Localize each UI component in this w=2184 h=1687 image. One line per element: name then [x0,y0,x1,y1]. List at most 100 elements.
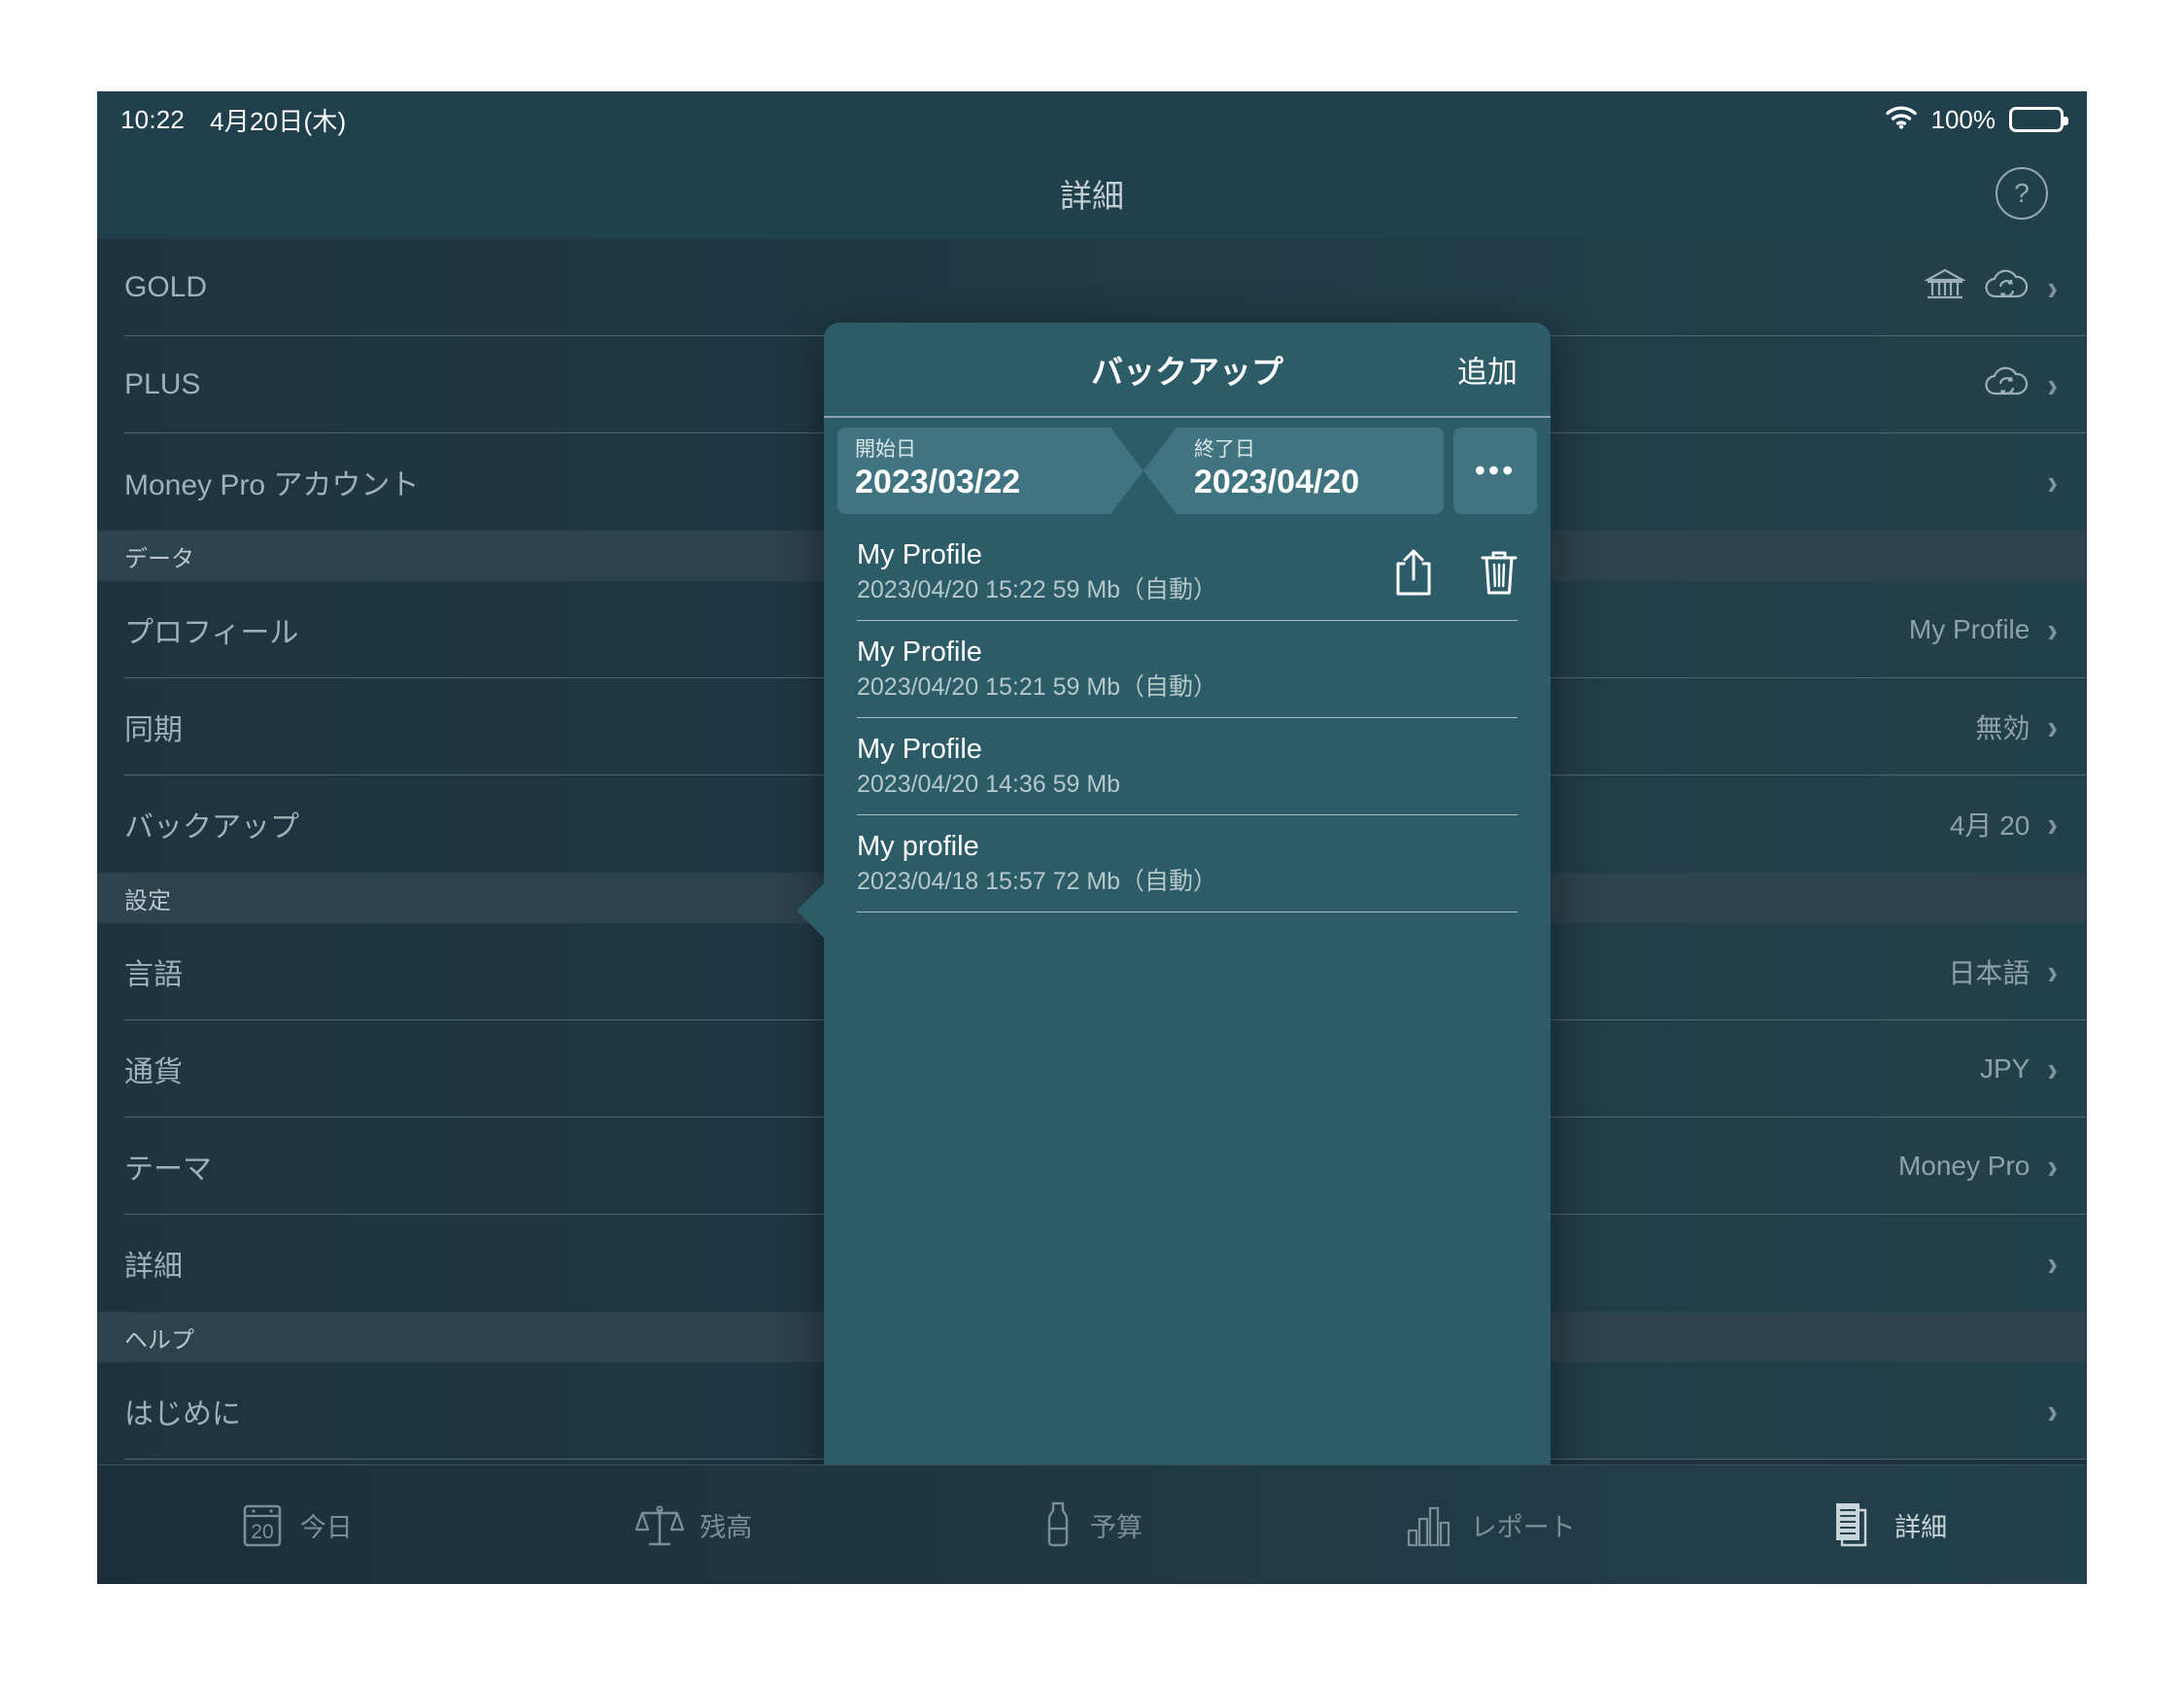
share-icon[interactable] [1391,547,1436,598]
end-date-field[interactable]: 終了日 2023/04/20 [1143,428,1444,515]
tab-more[interactable]: 詳細 [1689,1498,2087,1551]
row-accessories: › [1924,267,2058,309]
row-value: 日本語 [1948,958,2030,988]
chevron-right-icon: › [2047,804,2058,844]
add-backup-button[interactable]: 追加 [1457,348,1518,392]
row-accessories: › [2047,1391,2058,1431]
chevron-right-icon: › [2047,462,2058,502]
popover-title: バックアップ [1091,354,1283,390]
row-accessories: 無効 › [1975,707,2058,746]
backup-item-actions [1391,547,1521,598]
backup-item-text: My Profile 2023/04/20 14:36 59 Mb [857,734,1121,799]
chevron-right-icon: › [2047,364,2058,405]
chevron-right-icon: › [2047,1146,2058,1187]
help-icon[interactable]: ? [1996,167,2048,220]
backup-item-meta: 2023/04/20 15:22 59 Mb（自動） [857,576,1218,604]
wifi-icon [1885,104,1918,136]
bank-icon [1924,267,1967,309]
backup-item-name: My Profile [857,539,982,571]
backup-item-name: My profile [857,831,979,863]
backup-item-meta: 2023/04/18 15:57 72 Mb（自動） [857,868,1218,896]
battery-percent-label: 100% [1930,104,1996,134]
row-value: My Profile [1908,614,2030,644]
calendar-20-icon: 20 [240,1499,285,1550]
tab-reports[interactable]: レポート [1291,1499,1689,1550]
cloud-sync-icon [1983,267,2030,309]
backup-list-item[interactable]: My Profile 2023/04/20 15:22 59 Mb（自動） [824,524,1551,622]
svg-text:20: 20 [251,1521,273,1543]
battery-full-icon [2009,107,2068,132]
document-icon [1828,1498,1879,1551]
row-accessories: 日本語 › [1948,952,2058,991]
tab-label: レポート [1470,1512,1576,1542]
row-label: プロフィール [124,617,299,649]
popover-arrow [797,881,826,940]
tab-balance[interactable]: 残高 [495,1499,894,1550]
backup-list-item[interactable]: My Profile 2023/04/20 14:36 59 Mb [824,718,1551,816]
row-label: Money Pro アカウント [124,469,420,501]
tab-label: 詳細 [1894,1512,1948,1542]
start-date-caption: 開始日 [855,438,916,461]
row-label: 同期 [124,714,183,746]
chevron-right-icon: › [2047,609,2058,650]
row-value: 無効 [1975,713,2030,743]
chevron-right-icon: › [2047,706,2058,747]
row-accessories: My Profile › [1908,609,2058,650]
list-row-gold[interactable]: GOLD › [97,239,2087,336]
start-date-field[interactable]: 開始日 2023/03/22 [837,428,1143,514]
start-date-value: 2023/03/22 [855,464,1021,501]
row-label: 通貨 [124,1056,183,1088]
row-value: JPY [1979,1053,2030,1084]
trash-icon[interactable] [1477,547,1521,598]
backup-list-item[interactable]: My profile 2023/04/18 15:57 72 Mb（自動） [824,815,1551,913]
backup-item-name: My Profile [857,734,982,766]
row-accessories: Money Pro › [1897,1146,2058,1187]
row-label: PLUS [124,368,201,400]
backup-popover: バックアップ 追加 開始日 2023/03/22 終了日 2023/04/20 … [797,323,1551,1510]
tab-bar: 20 今日 残高 予算 レポート 詳細 [97,1464,2087,1584]
cloud-sync-icon [1983,364,2030,406]
row-label: 詳細 [124,1251,183,1283]
chevron-right-icon: › [2047,1049,2058,1089]
backup-list: My Profile 2023/04/20 15:22 59 Mb（自動） My… [824,524,1551,913]
tab-label: 予算 [1089,1512,1143,1542]
row-accessories: 4月 20 › [1950,805,2058,844]
row-accessories: › [2047,1243,2058,1284]
chevron-right-icon: › [2047,267,2058,308]
money-pro-app-window: 10:22 4月20日(木) 100% 詳細 ? GOLD › PLUS › M… [97,91,2087,1584]
row-label: バックアップ [124,811,299,844]
tab-label: 今日 [299,1512,353,1542]
row-accessories: › [2047,462,2058,502]
backup-item-meta: 2023/04/20 14:36 59 Mb [857,771,1121,799]
status-date: 4月20日(木) [210,106,347,136]
status-bar-right: 100% [1885,104,2068,136]
tab-label: 残高 [700,1512,753,1542]
row-label: 言語 [124,959,183,991]
tab-today[interactable]: 20 今日 [97,1499,495,1550]
row-label: はじめに [124,1398,241,1430]
row-accessories: JPY › [1979,1049,2058,1089]
row-label: テーマ [124,1153,212,1186]
chevron-right-icon: › [2047,1391,2058,1431]
backup-item-text: My Profile 2023/04/20 15:22 59 Mb（自動） [857,539,1218,604]
status-bar: 10:22 4月20日(木) 100% [97,91,2087,148]
row-accessories: › [1983,364,2058,406]
screenshot-root: 10:22 4月20日(木) 100% 詳細 ? GOLD › PLUS › M… [0,0,2184,1687]
row-value: Money Pro [1897,1151,2030,1181]
scales-icon [635,1499,685,1550]
backup-list-item[interactable]: My Profile 2023/04/20 15:21 59 Mb（自動） [824,621,1551,719]
date-range-bar: 開始日 2023/03/22 終了日 2023/04/20 ••• [824,418,1551,524]
status-bar-left: 10:22 4月20日(木) [120,102,346,138]
tab-budget[interactable]: 予算 [893,1499,1291,1550]
popover-header: バックアップ 追加 [824,323,1551,418]
status-time: 10:22 [120,104,186,134]
row-value: 4月 20 [1949,810,2030,841]
end-date-value: 2023/04/20 [1194,464,1360,501]
nav-bar: 詳細 ? [97,148,2087,241]
backup-item-text: My profile 2023/04/18 15:57 72 Mb（自動） [857,831,1218,896]
more-options-button[interactable]: ••• [1453,428,1537,515]
end-date-caption: 終了日 [1194,438,1255,461]
chevron-right-icon: › [2047,1243,2058,1284]
backup-item-text: My Profile 2023/04/20 15:21 59 Mb（自動） [857,637,1217,701]
page-title: 詳細 [1060,178,1124,214]
